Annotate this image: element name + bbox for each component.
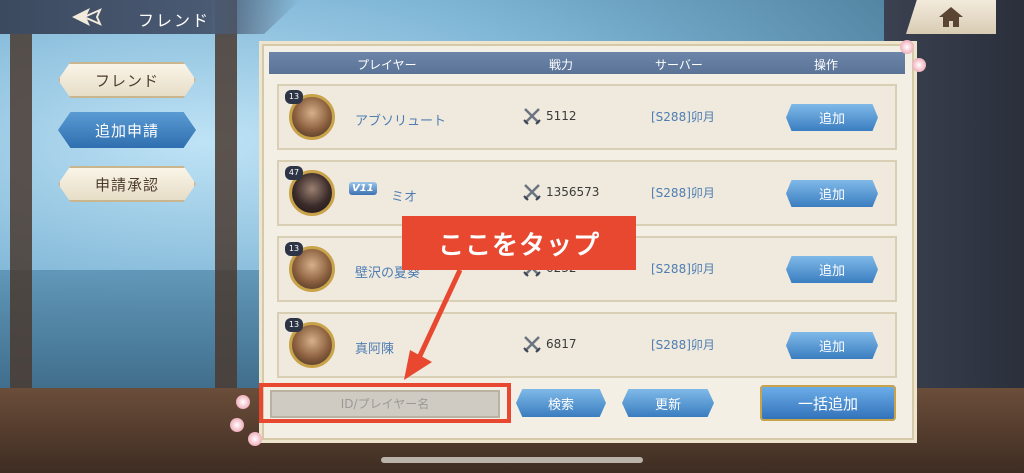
avatar[interactable]: 13 xyxy=(285,242,337,294)
table-header: プレイヤー 戦力 サーバー 操作 xyxy=(269,52,905,74)
vip-badge: V11 xyxy=(349,182,377,195)
player-name: ミオ xyxy=(391,190,418,205)
player-server: [S288]卯月 xyxy=(651,338,715,352)
cherry-blossom-decoration xyxy=(912,58,926,72)
sidebar-item-label: 申請承認 xyxy=(94,175,159,194)
home-icon xyxy=(939,7,963,27)
add-friend-button[interactable]: 追加 xyxy=(786,104,878,131)
player-name: 真阿陳 xyxy=(355,342,395,357)
level-badge: 13 xyxy=(285,90,303,104)
sidebar-item-add-request[interactable]: 追加申請 xyxy=(58,112,196,148)
sidebar-item-approve-request[interactable]: 申請承認 xyxy=(58,166,196,202)
crossed-swords-icon xyxy=(523,336,541,353)
column-header-action: 操作 xyxy=(814,58,839,72)
home-button[interactable] xyxy=(906,0,996,34)
level-badge: 47 xyxy=(285,166,303,180)
player-power: 1356573 xyxy=(546,185,600,199)
add-friend-button[interactable]: 追加 xyxy=(786,332,878,359)
player-power: 6817 xyxy=(546,337,577,351)
player-name: アブソリュート xyxy=(355,114,447,129)
sidebar-item-label: 追加申請 xyxy=(94,121,159,140)
player-server: [S288]卯月 xyxy=(651,110,715,124)
bulk-add-button[interactable]: 一括追加 xyxy=(760,385,896,421)
cherry-blossom-decoration xyxy=(236,395,250,409)
back-button[interactable] xyxy=(62,3,112,31)
level-badge: 13 xyxy=(285,242,303,256)
column-header-server: サーバー xyxy=(655,58,703,72)
player-server: [S288]卯月 xyxy=(651,186,715,200)
search-input-highlight xyxy=(259,383,511,423)
refresh-button[interactable]: 更新 xyxy=(622,389,714,417)
cherry-blossom-decoration xyxy=(900,40,914,54)
add-friend-button[interactable]: 追加 xyxy=(786,256,878,283)
sidebar-item-friends[interactable]: フレンド xyxy=(58,62,196,98)
page-title: フレンド xyxy=(138,11,211,30)
column-header-player: プレイヤー xyxy=(357,58,417,72)
avatar[interactable]: 47 xyxy=(285,166,337,218)
search-button[interactable]: 検索 xyxy=(516,389,606,417)
cherry-blossom-decoration xyxy=(230,418,244,432)
player-power: 5112 xyxy=(546,109,577,123)
level-badge: 13 xyxy=(285,318,303,332)
home-indicator[interactable] xyxy=(381,457,643,463)
crossed-swords-icon xyxy=(523,108,541,125)
player-server: [S288]卯月 xyxy=(651,262,715,276)
avatar[interactable]: 13 xyxy=(285,90,337,142)
table-row: 13 真阿陳 6817 [S288]卯月 追加 xyxy=(277,312,897,378)
column-header-power: 戦力 xyxy=(549,58,574,72)
tap-here-callout: ここをタップ xyxy=(402,216,636,270)
back-arrow-icon xyxy=(72,8,102,26)
add-friend-button[interactable]: 追加 xyxy=(786,180,878,207)
avatar[interactable]: 13 xyxy=(285,318,337,370)
cherry-blossom-decoration xyxy=(248,432,262,446)
table-row: 13 アブソリュート 5112 [S288]卯月 追加 xyxy=(277,84,897,150)
sidebar-item-label: フレンド xyxy=(94,71,159,90)
crossed-swords-icon xyxy=(523,184,541,201)
